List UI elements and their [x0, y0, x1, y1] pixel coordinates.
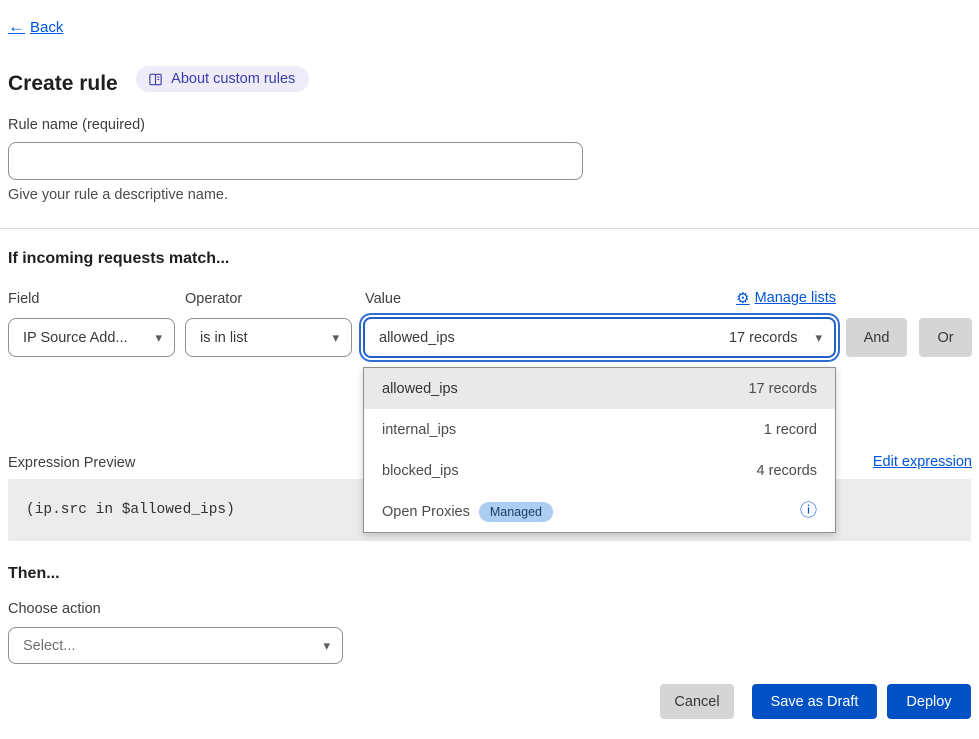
- rule-name-input[interactable]: [8, 142, 583, 180]
- rule-name-label: Rule name (required): [8, 117, 145, 133]
- chevron-down-icon: ▾: [332, 330, 339, 346]
- back-arrow-icon: ←: [8, 17, 25, 37]
- save-as-draft-button[interactable]: Save as Draft: [752, 684, 877, 719]
- managed-badge: Managed: [479, 502, 553, 522]
- gear-icon: ⚙: [736, 289, 749, 307]
- manage-lists-label: Manage lists: [755, 290, 836, 306]
- list-item-name: internal_ips: [382, 422, 456, 438]
- field-select[interactable]: IP Source Add... ▾: [8, 318, 175, 357]
- match-section-heading: If incoming requests match...: [8, 250, 229, 268]
- value-select[interactable]: allowed_ips 17 records ▾: [363, 317, 836, 358]
- field-label: Field: [8, 291, 39, 307]
- expression-preview-label: Expression Preview: [8, 455, 135, 471]
- back-link-label: Back: [30, 19, 63, 36]
- and-button[interactable]: And: [846, 318, 907, 357]
- or-button[interactable]: Or: [919, 318, 972, 357]
- back-link[interactable]: ← Back: [8, 17, 63, 37]
- deploy-button[interactable]: Deploy: [887, 684, 971, 719]
- operator-label: Operator: [185, 291, 242, 307]
- chevron-down-icon: ▾: [815, 330, 822, 346]
- info-icon[interactable]: ⓘ: [800, 503, 817, 520]
- manage-lists-link[interactable]: ⚙ Manage lists: [736, 289, 836, 307]
- list-item-count: 17 records: [748, 381, 817, 397]
- then-section-heading: Then...: [8, 565, 60, 583]
- about-custom-rules-link[interactable]: About custom rules: [136, 66, 309, 92]
- cancel-button[interactable]: Cancel: [660, 684, 734, 719]
- value-select-count: 17 records: [729, 330, 798, 346]
- action-select-placeholder: Select...: [23, 638, 75, 654]
- list-item-internal-ips[interactable]: internal_ips 1 record: [364, 409, 835, 450]
- list-item-count: 1 record: [764, 422, 817, 438]
- list-item-name: allowed_ips: [382, 381, 458, 397]
- book-icon: [148, 72, 163, 87]
- page-title: Create rule: [8, 72, 118, 96]
- list-item-name: Open Proxies: [382, 504, 470, 520]
- chevron-down-icon: ▾: [323, 638, 330, 654]
- section-divider: [0, 228, 979, 229]
- action-select[interactable]: Select... ▾: [8, 627, 343, 664]
- list-item-name: blocked_ips: [382, 463, 459, 479]
- rule-name-helper: Give your rule a descriptive name.: [8, 187, 228, 203]
- choose-action-label: Choose action: [8, 601, 101, 617]
- list-item-count: 4 records: [757, 463, 817, 479]
- list-item-open-proxies[interactable]: Open Proxies Managed ⓘ: [364, 491, 835, 532]
- value-dropdown-panel: allowed_ips 17 records internal_ips 1 re…: [363, 367, 836, 533]
- operator-select[interactable]: is in list ▾: [185, 318, 352, 357]
- list-item-allowed-ips[interactable]: allowed_ips 17 records: [364, 368, 835, 409]
- edit-expression-link[interactable]: Edit expression: [873, 454, 972, 470]
- chevron-down-icon: ▾: [155, 330, 162, 346]
- value-select-value: allowed_ips: [379, 330, 455, 346]
- about-custom-rules-label: About custom rules: [171, 71, 295, 87]
- operator-select-value: is in list: [200, 330, 248, 346]
- list-item-blocked-ips[interactable]: blocked_ips 4 records: [364, 450, 835, 491]
- field-select-value: IP Source Add...: [23, 330, 128, 346]
- expression-code: (ip.src in $allowed_ips): [26, 502, 235, 518]
